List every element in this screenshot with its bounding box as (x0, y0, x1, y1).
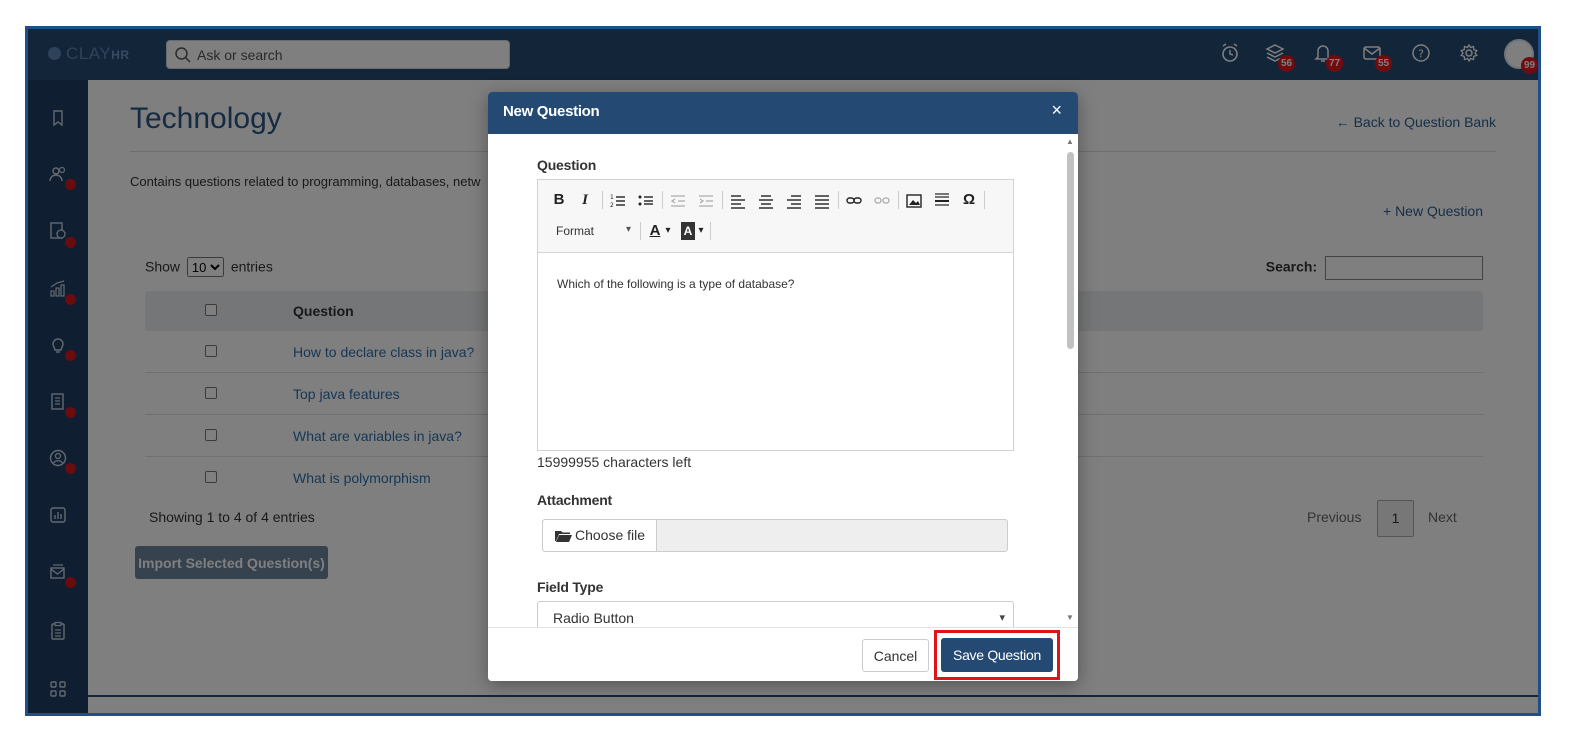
horizontal-rule-icon[interactable] (934, 191, 950, 209)
close-icon[interactable]: × (1051, 100, 1062, 121)
folder-open-icon (555, 531, 572, 542)
save-question-button[interactable]: Save Question (941, 638, 1053, 672)
modal-title: New Question (503, 103, 600, 120)
background-color-button[interactable]: A (681, 222, 695, 240)
attachment-label: Attachment (537, 492, 613, 508)
format-dropdown[interactable]: Format (556, 224, 594, 238)
unlink-icon[interactable] (874, 192, 890, 210)
chevron-down-icon[interactable]: ▾ (626, 224, 631, 235)
scroll-down-arrow-icon[interactable]: ▼ (1066, 613, 1074, 622)
bullet-list-icon[interactable] (638, 192, 654, 210)
toolbar-separator (722, 191, 723, 209)
choose-file-button[interactable]: Choose file (543, 520, 657, 551)
toolbar-separator (710, 222, 711, 240)
editor-content[interactable]: Which of the following is a type of data… (557, 277, 794, 291)
modal-footer: Cancel Save Question (488, 627, 1078, 681)
align-right-icon[interactable] (786, 192, 802, 210)
text-color-button[interactable]: A (648, 222, 662, 240)
image-icon[interactable] (906, 192, 922, 210)
svg-text:2: 2 (610, 202, 614, 209)
outdent-icon[interactable] (670, 192, 686, 210)
toolbar-separator (640, 222, 641, 240)
chevron-down-icon: ▾ (999, 612, 1005, 624)
characters-left-counter: 15999955 characters left (537, 454, 692, 470)
toolbar-separator (984, 191, 985, 209)
toolbar-separator (662, 191, 663, 209)
svg-text:1: 1 (610, 194, 614, 201)
modal-scrollbar-thumb[interactable] (1067, 152, 1074, 349)
align-justify-icon[interactable] (814, 192, 830, 210)
chevron-down-icon[interactable]: ▾ (664, 222, 672, 240)
question-label: Question (537, 157, 597, 173)
bold-button[interactable]: B (552, 191, 566, 209)
file-input[interactable]: Choose file (542, 519, 1008, 552)
toolbar-separator (898, 191, 899, 209)
new-question-modal: New Question × Question B I 12 Ω Format … (488, 92, 1078, 681)
align-left-icon[interactable] (730, 192, 746, 210)
cancel-button[interactable]: Cancel (862, 639, 929, 672)
field-type-label: Field Type (537, 579, 604, 595)
toolbar-separator (602, 191, 603, 209)
italic-button[interactable]: I (578, 191, 592, 209)
chevron-down-icon[interactable]: ▾ (697, 222, 705, 240)
rich-text-editor: B I 12 Ω Format ▾ A ▾ A ▾ Which of the f… (537, 179, 1014, 451)
field-type-select[interactable]: Radio Button ▾ (537, 601, 1014, 627)
toolbar-separator (838, 191, 839, 209)
editor-toolbar: B I 12 Ω Format ▾ A ▾ A ▾ (538, 180, 1013, 253)
numbered-list-icon[interactable]: 12 (610, 192, 626, 210)
special-character-icon[interactable]: Ω (960, 191, 978, 209)
align-center-icon[interactable] (758, 192, 774, 210)
link-icon[interactable] (846, 192, 862, 210)
indent-icon[interactable] (698, 192, 714, 210)
scroll-up-arrow-icon[interactable]: ▲ (1066, 137, 1074, 146)
modal-header: New Question × (488, 92, 1078, 134)
modal-body: Question B I 12 Ω Format ▾ A ▾ A ▾ Which… (488, 134, 1066, 627)
